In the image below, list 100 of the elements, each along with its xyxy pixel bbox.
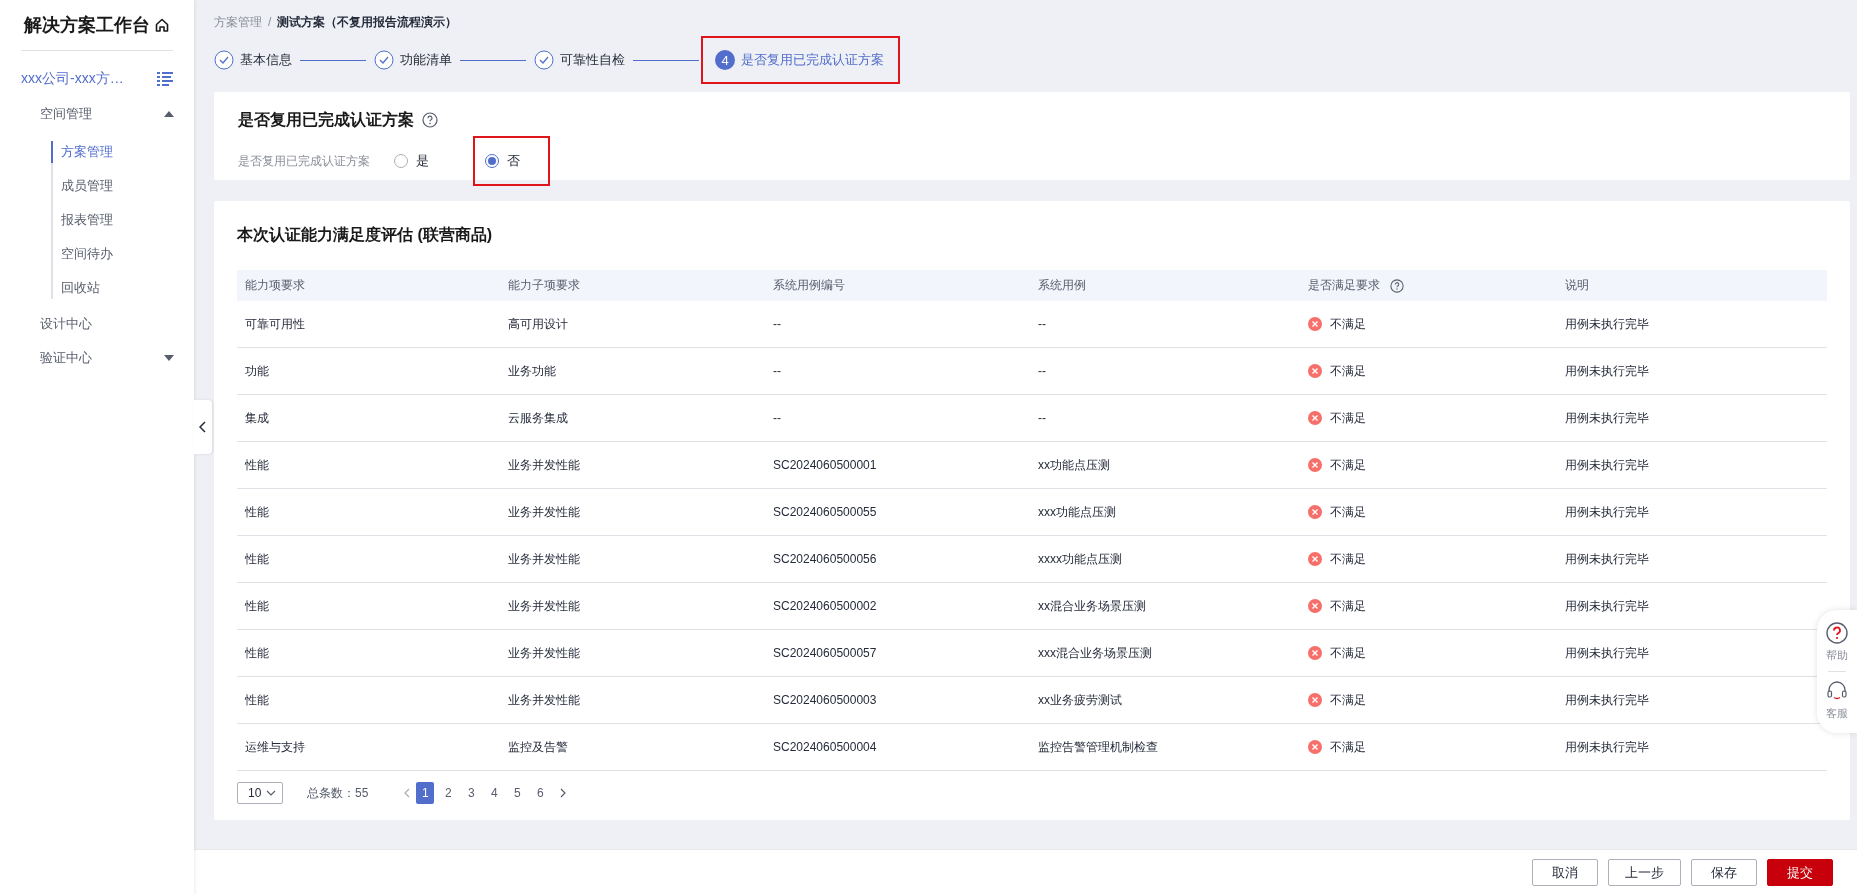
table-cell-text: SC2024060500004 [772,740,878,754]
table-cell-text: xxxx功能点压测 [1037,550,1123,568]
status-text: 不满足 [1330,644,1366,662]
table-cell-text: 监控告警管理机制检查 [1037,738,1159,756]
table-cell-text: 性能 [244,597,270,615]
status-text: 不满足 [1330,691,1366,709]
column-header: 能力子项要求 [507,277,581,294]
table-cell-text: 用例未执行完毕 [1564,691,1650,709]
page-button[interactable]: 6 [531,782,550,804]
table-cell-text: 运维与支持 [244,738,306,756]
table-cell-text: xxx功能点压测 [1037,503,1117,521]
chevron-left-icon [199,421,207,433]
page-button[interactable]: 1 [416,782,435,804]
step-label[interactable]: 基本信息 [240,51,292,69]
table-cell-text: SC2024060500003 [772,693,878,707]
table-cell-text: 性能 [244,456,270,474]
table-cell-text: 用例未执行完毕 [1564,315,1650,333]
table-cell-text: 云服务集成 [507,409,569,427]
footer-button[interactable]: 取消 [1532,859,1598,886]
table-cell-text: xxx混合业务场景压测 [1037,644,1153,662]
sidebar-subitem[interactable]: 成员管理 [51,175,194,197]
table-cell-text: 用例未执行完毕 [1564,362,1650,380]
footer-button[interactable]: 保存 [1691,859,1757,886]
table-cell-text: SC2024060500057 [772,646,878,660]
table-cell-text: 用例未执行完毕 [1564,597,1650,615]
page-button[interactable]: 3 [462,782,481,804]
list-icon[interactable] [157,72,173,86]
sidebar-subitem[interactable]: 空间待办 [51,243,194,265]
table-cell-text: -- [1037,411,1047,425]
sidebar-subitem[interactable]: 报表管理 [51,209,194,231]
status-text: 不满足 [1330,315,1366,333]
footer-button[interactable]: 提交 [1767,859,1833,886]
float-tool-button[interactable]: 客服 [1826,680,1848,721]
sidebar-item[interactable]: 空间管理 [0,103,194,125]
column-header: 系统用例编号 [772,277,846,294]
card-title: 是否复用已完成认证方案 [238,109,414,130]
table-cell-text: -- [772,411,782,425]
sidebar-item[interactable]: 设计中心 [0,313,194,335]
collapse-sidebar-button[interactable] [194,400,212,454]
table-cell-text: 业务并发性能 [507,597,581,615]
table-cell-text: 业务并发性能 [507,644,581,662]
footer-button[interactable]: 上一步 [1608,859,1681,886]
column-header: 说明 [1564,277,1590,294]
table-cell-text: 高可用设计 [507,315,569,333]
table-cell-text: 性能 [244,691,270,709]
table-cell-text: 业务并发性能 [507,456,581,474]
column-header: 是否满足要求 [1308,277,1380,294]
page-button[interactable]: 4 [485,782,504,804]
page-size-select[interactable]: 10 [237,782,283,804]
card-title: 本次认证能力满足度评估 (联营商品) [237,224,494,245]
table-cell-text: -- [772,317,782,331]
table-cell-text: 性能 [244,503,270,521]
status-text: 不满足 [1330,597,1366,615]
table-cell-text: SC2024060500056 [772,552,878,566]
table-cell-text: 业务并发性能 [507,550,581,568]
column-header: 能力项要求 [244,277,306,294]
table-cell-text: 业务并发性能 [507,691,581,709]
table-cell-text: 可靠可用性 [244,315,306,333]
help-icon[interactable] [1390,278,1404,293]
step-label[interactable]: 是否复用已完成认证方案 [741,51,884,69]
table-cell-text: 性能 [244,644,270,662]
column-header: 系统用例 [1037,277,1087,294]
table-cell-text: xx业务疲劳测试 [1037,691,1123,709]
radio-option[interactable]: 是 [384,146,439,176]
table-cell-text: -- [1037,317,1047,331]
status-text: 不满足 [1330,738,1366,756]
float-tool-button[interactable]: 帮助 [1826,622,1848,663]
sidebar-title: 解决方案工作台 [24,14,150,37]
sidebar-subitem[interactable]: 方案管理 [51,141,194,163]
project-selector[interactable]: xxx公司-xxx方… [21,70,124,88]
step-label[interactable]: 功能清单 [400,51,452,69]
help-icon[interactable] [422,112,438,128]
table-cell-text: xx混合业务场景压测 [1037,597,1147,615]
breadcrumb-separator: / [268,15,272,29]
status-text: 不满足 [1330,550,1366,568]
table-cell-text: SC2024060500055 [772,505,878,519]
table-cell-text: -- [1037,364,1047,378]
table-cell-text: 用例未执行完毕 [1564,644,1650,662]
table-cell-text: xx功能点压测 [1037,456,1111,474]
field-label: 是否复用已完成认证方案 [238,152,370,170]
table-cell-text: 业务并发性能 [507,503,581,521]
table-cell-text: 用例未执行完毕 [1564,550,1650,568]
radio-option[interactable]: 否 [475,138,548,184]
table-cell-text: 用例未执行完毕 [1564,738,1650,756]
step-label[interactable]: 可靠性自检 [560,51,625,69]
table-cell-text: 性能 [244,550,270,568]
page-button[interactable]: 5 [508,782,527,804]
help-icon [1826,622,1848,644]
page-button[interactable]: 2 [439,782,458,804]
table-cell-text: 用例未执行完毕 [1564,456,1650,474]
table-cell-text: -- [772,364,782,378]
sidebar-item[interactable]: 验证中心 [0,347,194,369]
table-cell-text: 集成 [244,409,270,427]
home-icon[interactable] [154,17,170,33]
table-cell-text: 监控及告警 [507,738,569,756]
status-text: 不满足 [1330,362,1366,380]
status-text: 不满足 [1330,456,1366,474]
breadcrumb-current: 测试方案（不复用报告流程演示） [277,13,458,31]
sidebar-subitem[interactable]: 回收站 [51,277,194,299]
table-cell-text: SC2024060500001 [772,458,878,472]
